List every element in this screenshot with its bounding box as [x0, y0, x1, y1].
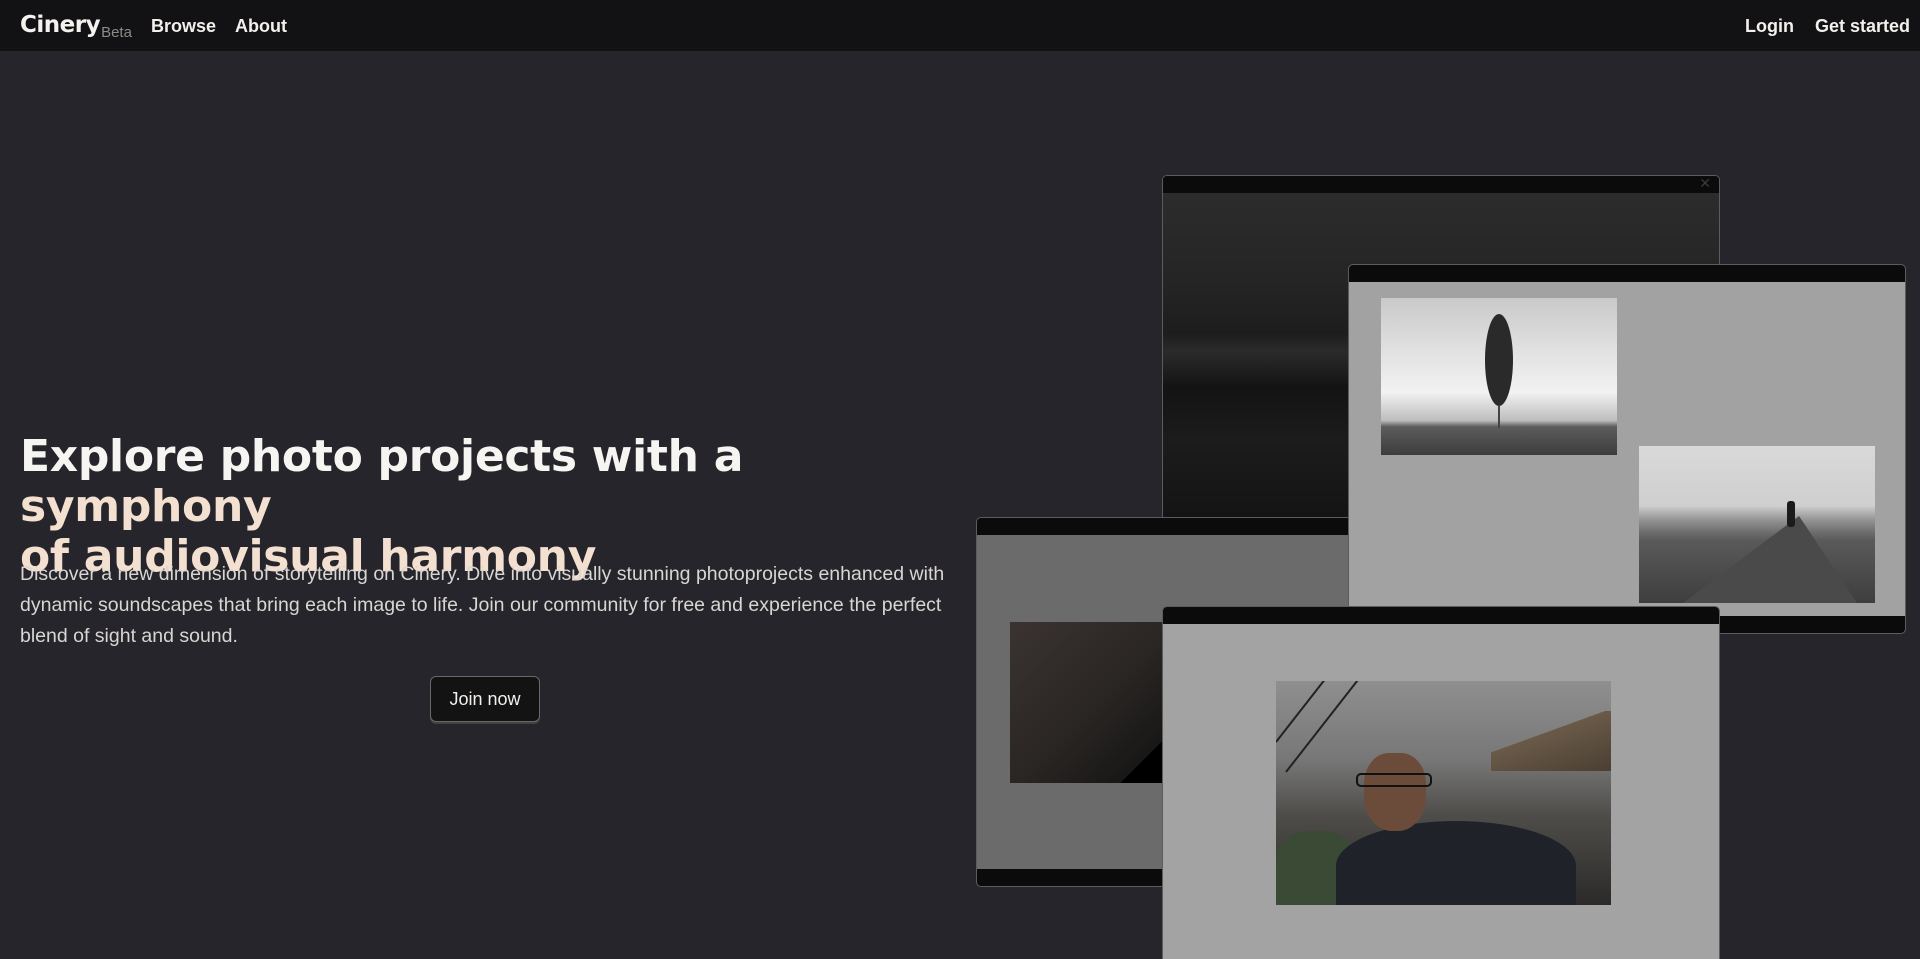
- close-icon: ✕: [1699, 175, 1711, 191]
- window-titlebar: [1349, 265, 1905, 282]
- mockup-window-gallery: [1348, 264, 1906, 634]
- person-head: [1364, 753, 1426, 831]
- beta-badge: Beta: [101, 24, 132, 41]
- window-titlebar: [1163, 607, 1719, 624]
- get-started-link[interactable]: Get started: [1815, 16, 1910, 37]
- balloon-photo: [1381, 298, 1617, 455]
- balloon-rope: [1498, 406, 1500, 428]
- person-body: [1336, 821, 1576, 905]
- window-titlebar: [977, 518, 1375, 535]
- person-shape: [1787, 501, 1795, 527]
- portrait-photo: [1276, 681, 1611, 905]
- brand-name[interactable]: Cinery: [20, 12, 101, 38]
- road-photo: [1639, 446, 1875, 603]
- balloon-shape: [1485, 314, 1513, 406]
- roof-shape: [1491, 711, 1611, 771]
- hero-title-accent: symphony: [20, 481, 272, 532]
- top-navbar: Cinery Beta Browse About Login Get start…: [0, 0, 1920, 51]
- brand-logo[interactable]: Cinery Beta: [20, 12, 132, 41]
- join-now-button[interactable]: Join now: [430, 676, 540, 722]
- mockup-window-portrait: [1162, 606, 1720, 959]
- window-titlebar: ✕: [1163, 176, 1719, 193]
- login-link[interactable]: Login: [1745, 16, 1794, 37]
- glasses-shape: [1356, 773, 1432, 787]
- nav-link-about[interactable]: About: [235, 16, 287, 37]
- dark-photo: [1010, 622, 1180, 783]
- hero-description: Discover a new dimension of storytelling…: [20, 563, 945, 647]
- road-shape: [1679, 516, 1859, 603]
- hero-title-main: Explore photo projects with a: [20, 431, 744, 482]
- nav-link-browse[interactable]: Browse: [151, 16, 216, 37]
